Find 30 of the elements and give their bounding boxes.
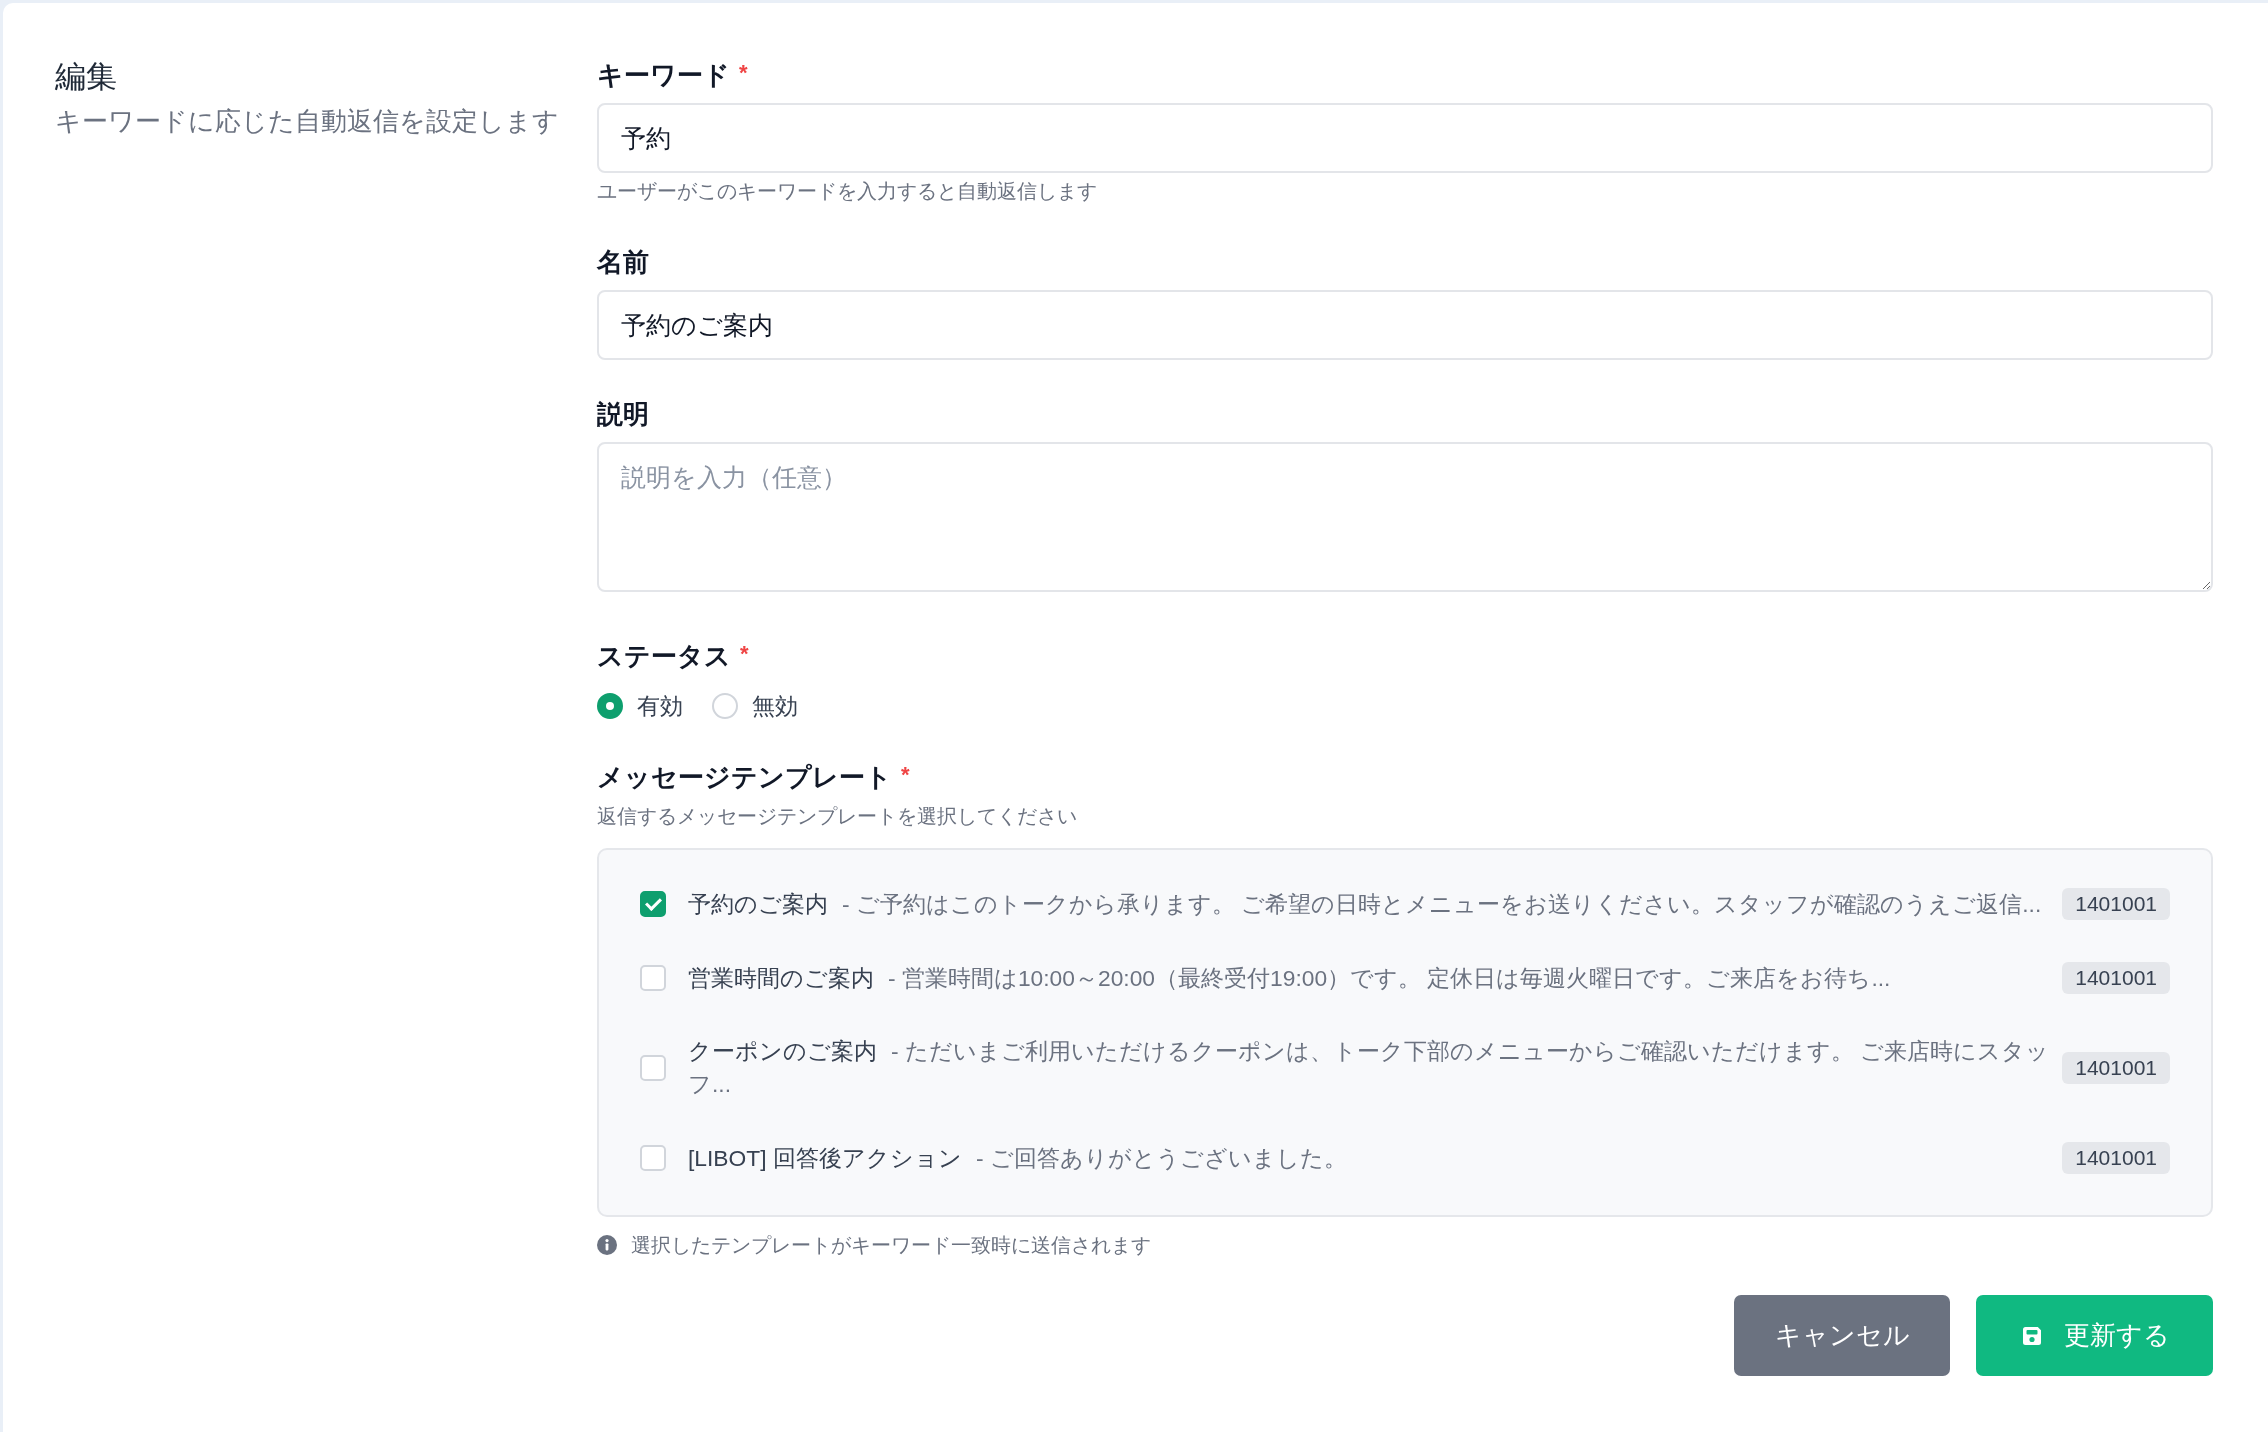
keyword-field[interactable]: 予約 xyxy=(597,103,2213,173)
template-code-tag: 1401001 xyxy=(2062,1052,2170,1084)
page-subtitle: キーワードに応じた自動返信を設定します xyxy=(55,106,559,137)
field-label: ステータス xyxy=(597,640,731,673)
name-field[interactable]: 予約のご案内 xyxy=(597,290,2213,360)
required-mark: * xyxy=(740,643,749,665)
status-option-label[interactable]: 無効 xyxy=(752,691,798,721)
field-label: 説明 xyxy=(597,398,649,431)
field-hint: 返信するメッセージテンプレートを選択してください xyxy=(597,804,1078,828)
template-note: 選択したテンプレートがキーワード一致時に送信されます xyxy=(631,1233,1151,1257)
field-label: キーワード xyxy=(597,59,730,92)
cancel-button[interactable]: キャンセル xyxy=(1734,1295,1950,1376)
required-mark: * xyxy=(901,764,910,786)
status-option-label[interactable]: 有効 xyxy=(637,691,683,721)
page-title: 編集 xyxy=(55,58,117,96)
template-text: [LIBOT] 回答後アクション - ご回答ありがとうございました。 xyxy=(688,1143,1348,1173)
template-text: 営業時間のご案内 - 営業時間は10:00～20:00（最終受付19:00）です。 定休日は毎週火曜日です。ご来店をお待ち... xyxy=(688,963,1892,993)
template-text: クーポンのご案内 - ただいまご利用いただけるクーポンは、トーク下部のメニューからご確認いただけます。 ご来店時にスタッフ... xyxy=(688,1037,2051,1099)
checkbox[interactable] xyxy=(640,891,666,917)
field-hint: ユーザーがこのキーワードを入力すると自動返信します xyxy=(597,179,1098,203)
description-field[interactable]: 説明を入力（任意） xyxy=(597,442,2213,592)
template-code-tag: 1401001 xyxy=(2062,962,2170,994)
field-label: 名前 xyxy=(597,246,649,279)
template-text: 予約のご案内 - ご予約はこのトークから承ります。 ご希望の日時とメニューをお送りください。スタッフが確認のうえご返信... xyxy=(688,889,2043,919)
template-code-tag: 1401001 xyxy=(2062,888,2170,920)
template-code-tag: 1401001 xyxy=(2062,1142,2170,1174)
required-mark: * xyxy=(739,62,748,84)
radio-button[interactable] xyxy=(597,693,623,719)
field-label: メッセージテンプレート xyxy=(597,761,892,794)
info-icon xyxy=(597,1235,617,1255)
